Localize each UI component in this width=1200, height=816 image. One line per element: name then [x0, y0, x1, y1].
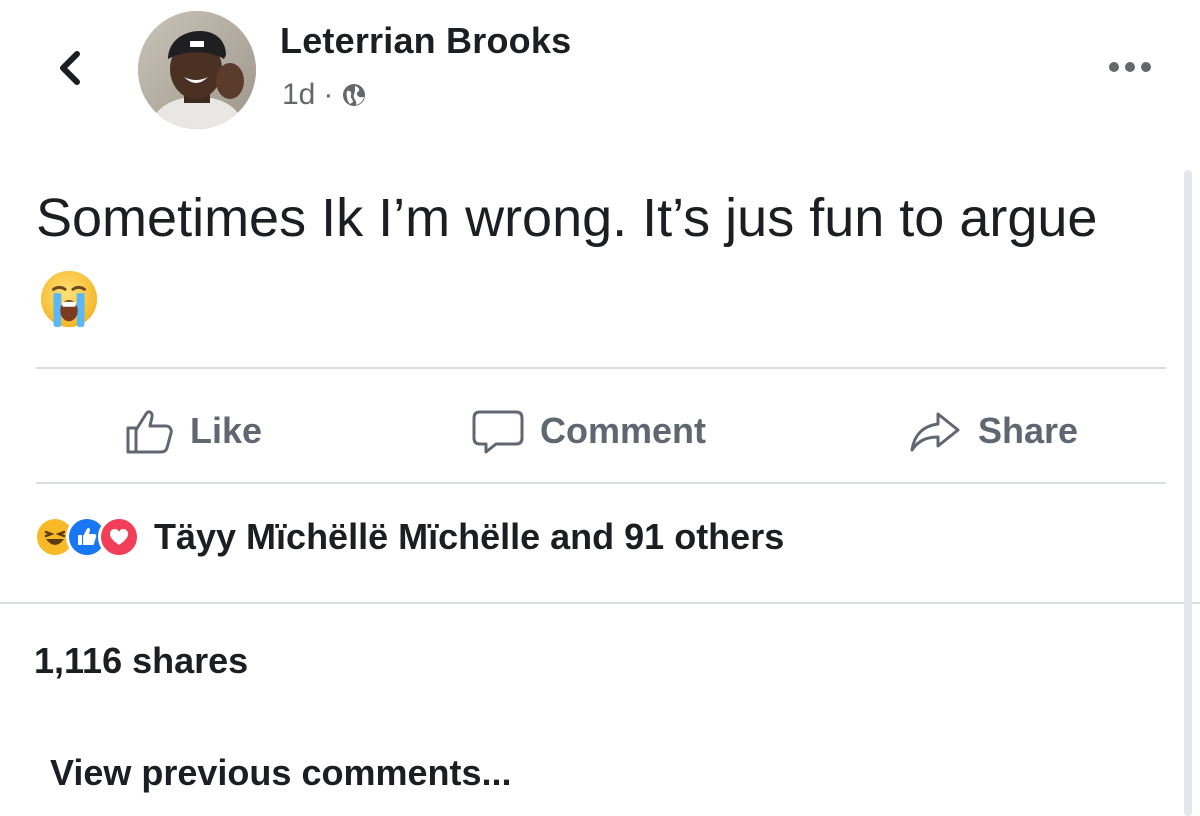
- more-options-button[interactable]: [1098, 52, 1162, 82]
- avatar-image: [138, 11, 256, 129]
- thumbs-up-icon: [126, 410, 173, 454]
- post-text-content: Sometimes Ik I’m wrong. It’s jus fun to …: [36, 188, 1098, 248]
- avatar[interactable]: [138, 11, 256, 129]
- chevron-left-icon: [60, 51, 80, 85]
- comment-bubble-icon: [472, 410, 524, 454]
- share-button[interactable]: Share: [906, 392, 1078, 470]
- divider-actions-bottom: [36, 482, 1166, 484]
- comment-button[interactable]: Comment: [470, 392, 706, 470]
- comment-label: Comment: [540, 410, 707, 451]
- post-timestamp[interactable]: 1d: [282, 78, 315, 112]
- divider-top: [36, 367, 1166, 369]
- reaction-icons: [34, 516, 140, 558]
- back-button[interactable]: [48, 46, 92, 90]
- globe-icon: [343, 84, 366, 106]
- post-actions: Like Comment Share: [0, 392, 1200, 470]
- like-label: Like: [190, 410, 263, 451]
- meta-separator: ·: [323, 78, 334, 111]
- view-previous-comments-link[interactable]: View previous comments...: [50, 752, 512, 794]
- scrollbar[interactable]: [1184, 170, 1192, 816]
- shares-count[interactable]: 1,116 shares: [34, 640, 248, 682]
- share-label: Share: [978, 410, 1079, 451]
- more-dots-icon: [1109, 62, 1151, 72]
- love-icon: [98, 516, 140, 558]
- share-arrow-icon: [910, 412, 960, 452]
- reaction-summary-text: Täyy Mïchëllë Mïchëlle and 91 others: [154, 516, 785, 557]
- post-text: Sometimes Ik I’m wrong. It’s jus fun to …: [36, 176, 1156, 344]
- author-name[interactable]: Leterrian Brooks: [280, 20, 571, 62]
- reactions-summary[interactable]: Täyy Mïchëllë Mïchëlle and 91 others: [34, 516, 784, 558]
- divider-reactions-bottom: [0, 602, 1200, 604]
- like-button[interactable]: Like: [122, 392, 262, 470]
- post-meta: 1d ·: [282, 78, 367, 112]
- crying-face-emoji: [40, 270, 98, 328]
